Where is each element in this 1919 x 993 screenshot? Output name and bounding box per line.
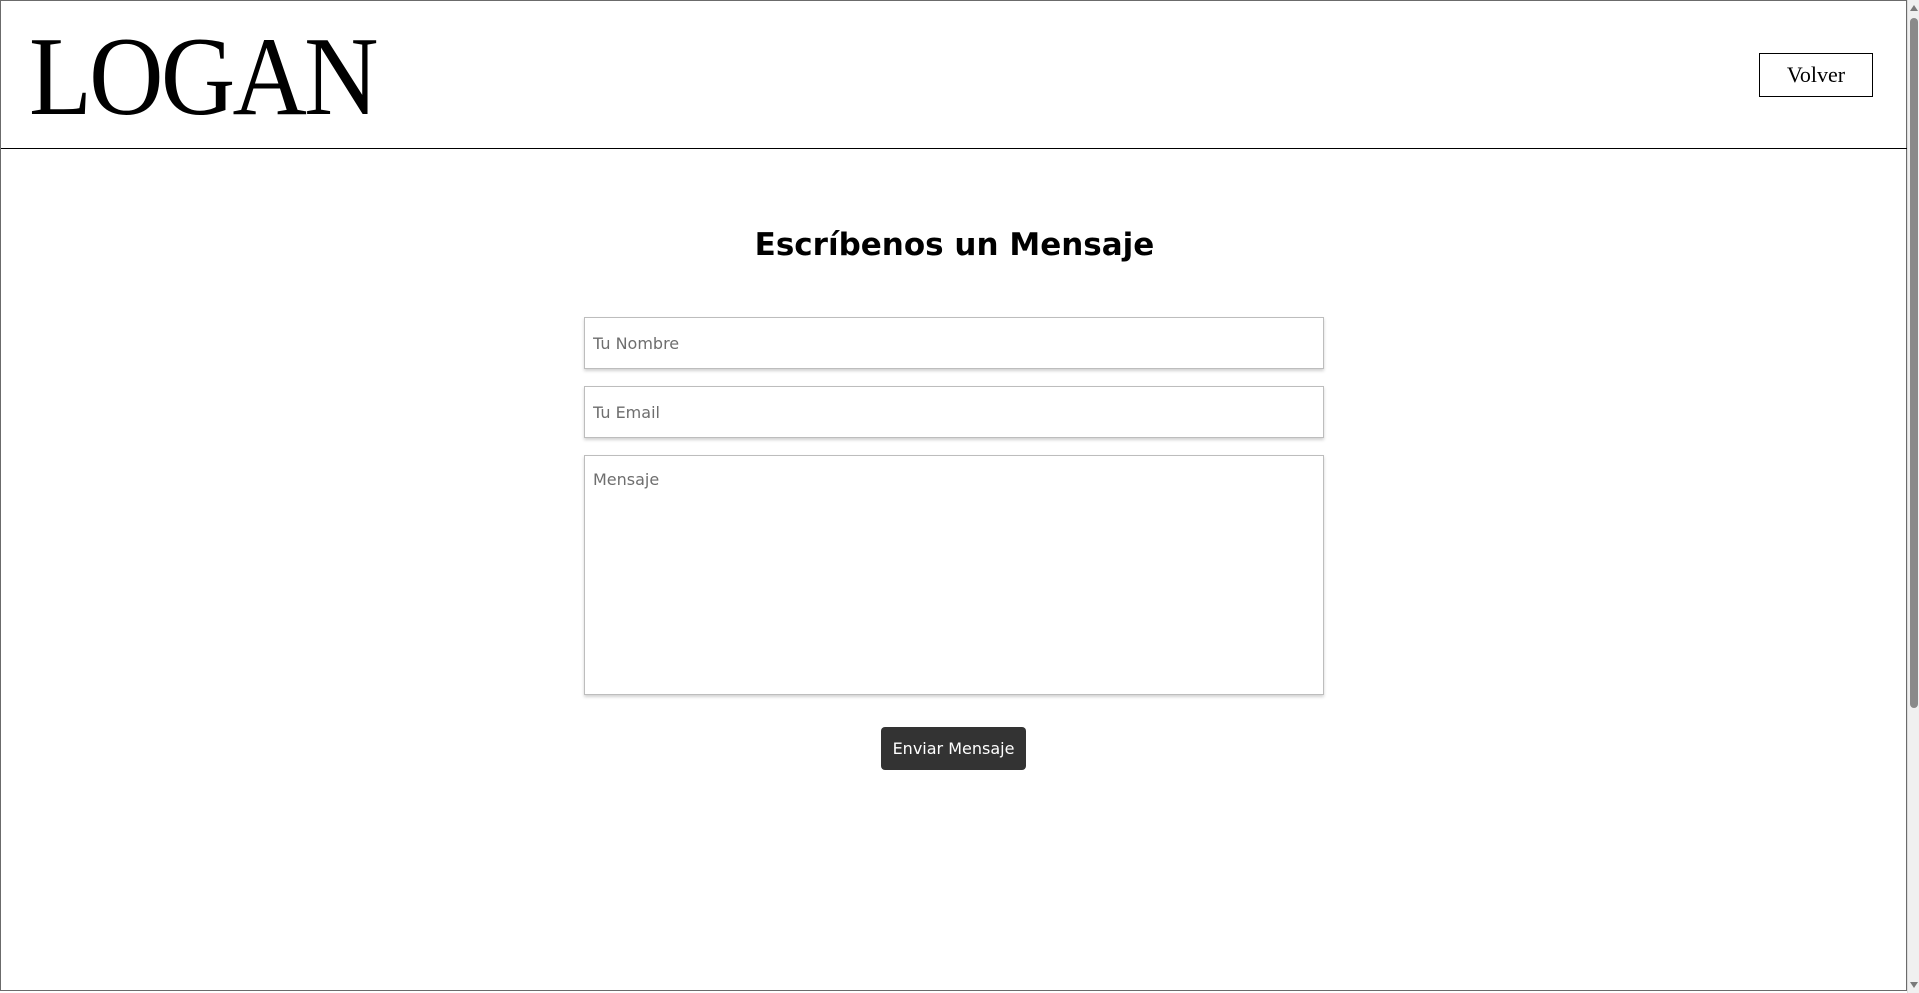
name-input[interactable] <box>584 317 1324 369</box>
scrollbar-thumb[interactable] <box>1910 18 1918 708</box>
message-textarea[interactable] <box>584 455 1324 695</box>
page-frame: LOGAN Volver Escríbenos un Mensaje Envia… <box>0 0 1908 991</box>
back-button[interactable]: Volver <box>1759 53 1873 97</box>
page-title: Escríbenos un Mensaje <box>754 227 1155 263</box>
logo[interactable]: LOGAN <box>29 17 379 137</box>
triangle-down-icon[interactable] <box>1909 979 1919 991</box>
site-header: LOGAN Volver <box>1 1 1908 149</box>
vertical-scrollbar[interactable] <box>1907 0 1919 993</box>
triangle-up-icon[interactable] <box>1909 2 1919 14</box>
send-message-button[interactable]: Enviar Mensaje <box>881 727 1026 770</box>
email-input[interactable] <box>584 386 1324 438</box>
